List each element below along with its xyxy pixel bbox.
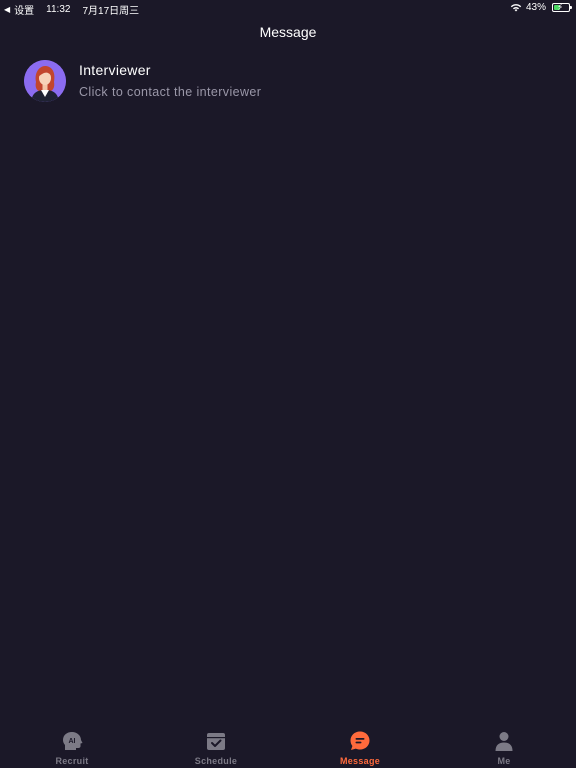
back-arrow-icon[interactable]: ◀	[4, 5, 10, 15]
bottom-tab-bar: AI Recruit Schedule Message Me	[0, 726, 576, 768]
wifi-icon	[510, 4, 522, 12]
status-right: 43% ⚡	[510, 2, 572, 13]
status-date: 7月17日周三	[82, 6, 140, 17]
status-left: ◀ 设置 11:32 7月17日周三	[4, 2, 139, 17]
page-title: Message	[259, 24, 317, 40]
back-label[interactable]: 设置	[14, 2, 34, 17]
status-time: 11:32	[46, 4, 71, 15]
battery-percent: 43%	[525, 2, 546, 13]
tab-label-schedule: Schedule	[194, 756, 238, 766]
avatar[interactable]	[24, 60, 66, 102]
status-bar: ◀ 设置 11:32 7月17日周三 43% ⚡	[0, 0, 576, 17]
tab-me[interactable]: Me	[432, 726, 576, 768]
tab-schedule[interactable]: Schedule	[144, 726, 288, 768]
svg-text:AI: AI	[69, 738, 76, 745]
tab-label-recruit: Recruit	[55, 756, 89, 766]
tab-message[interactable]: Message	[288, 726, 432, 768]
chat-bubble-icon	[350, 731, 370, 750]
tab-label-me: Me	[497, 756, 511, 766]
contact-item-interviewer[interactable]: Interviewer Click to contact the intervi…	[24, 58, 552, 104]
charging-bolt-icon: ⚡	[557, 2, 564, 12]
battery-cap	[570, 6, 572, 9]
person-icon	[495, 732, 513, 751]
tab-label-message: Message	[339, 756, 381, 766]
message-screen: ◀ 设置 11:32 7月17日周三 43% ⚡ Message Intervi…	[0, 0, 576, 768]
calendar-check-icon	[207, 733, 225, 750]
ai-head-icon: AI	[63, 732, 83, 750]
tab-recruit[interactable]: AI Recruit	[0, 726, 144, 768]
contact-subtitle: Click to contact the interviewer	[79, 85, 262, 99]
interviewer-avatar-icon	[24, 60, 66, 102]
contact-name: Interviewer	[79, 62, 151, 78]
battery-icon: ⚡	[552, 2, 572, 12]
